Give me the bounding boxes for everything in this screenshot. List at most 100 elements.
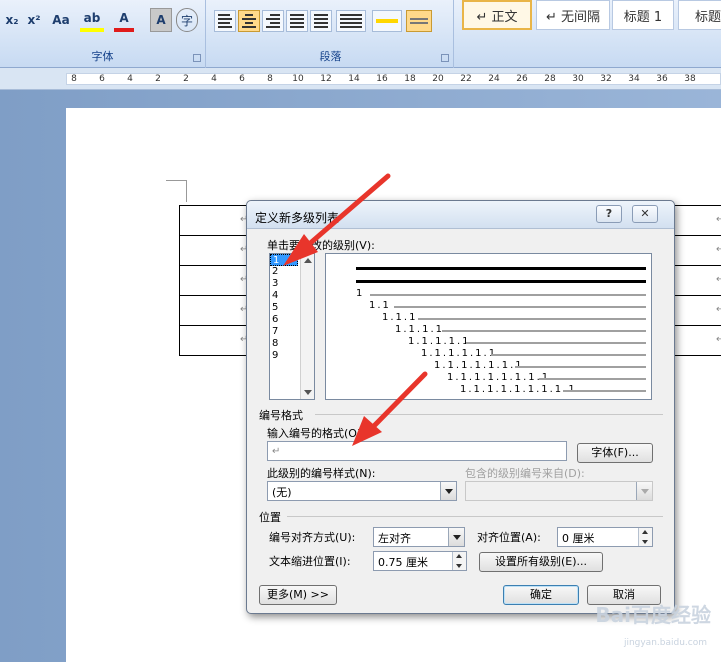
preview-level-line — [490, 354, 646, 356]
border-button[interactable] — [406, 10, 432, 32]
distributed-button[interactable] — [310, 10, 332, 32]
alignment-label: 编号对齐方式(U): — [269, 531, 356, 544]
enter-format-label: 输入编号的格式(O): — [267, 427, 365, 440]
level-label: 单击要修改的级别(V): — [267, 239, 375, 252]
change-case-button[interactable]: Aa — [48, 8, 74, 32]
preview-level-number: 1.1.1.1.1.1.1.1.1 — [460, 384, 577, 395]
highlight-button[interactable]: ab — [80, 8, 104, 32]
ruler-number: 2 — [155, 74, 161, 84]
preview-level-line — [393, 306, 646, 308]
align-at-value: 0 厘米 — [562, 532, 595, 545]
number-style-label: 此级别的编号样式(N): — [267, 467, 376, 480]
define-multilevel-list-dialog: 定义新多级列表 ? ✕ 单击要修改的级别(V): 123456789 1 1.1 1… — [246, 200, 675, 614]
include-level-select[interactable] — [465, 481, 653, 501]
more-button[interactable]: 更多(M) >> — [259, 585, 337, 605]
paragraph-dialog-launcher-icon[interactable] — [441, 54, 449, 62]
ruler-number: 8 — [71, 74, 77, 84]
line-spacing-button[interactable] — [336, 10, 366, 32]
align-at-spinner[interactable]: 0 厘米 — [557, 527, 653, 547]
alignment-select[interactable]: 左对齐 — [373, 527, 465, 547]
ruler-number: 38 — [684, 74, 696, 84]
cell-end-mark: ↵ — [716, 214, 721, 225]
list-preview: 1 1.1 1.1.1 1.1.1.1 1.1.1.1.1 1.1.1.1.1.1 1.1.… — [325, 253, 652, 400]
chevron-down-icon[interactable] — [448, 528, 464, 546]
align-left-button[interactable] — [214, 10, 236, 32]
set-all-levels-button[interactable]: 设置所有级别(E)... — [479, 552, 603, 572]
ruler-number: 6 — [99, 74, 105, 84]
cell-end-mark: ↵ — [716, 274, 721, 285]
ruler-number: 4 — [127, 74, 133, 84]
ruler-number: 4 — [211, 74, 217, 84]
enclosed-char-button[interactable]: 字 — [176, 8, 198, 32]
preview-level-line — [442, 330, 646, 332]
ruler-number: 10 — [292, 74, 304, 84]
indent-spinner[interactable]: 0.75 厘米 — [373, 551, 467, 571]
number-format-section: 编号格式 — [259, 409, 303, 422]
ok-button[interactable]: 确定 — [503, 585, 579, 605]
ribbon: x₂ x² Aa ab A A 字 字体 段落 ↵ 正文 ↵ 无间隔 标题 1 … — [0, 0, 721, 68]
preview-level-number: 1.1.1 — [382, 312, 418, 323]
ruler-number: 22 — [460, 74, 472, 84]
preview-heading-line — [356, 280, 646, 283]
ruler-number: 12 — [320, 74, 332, 84]
preview-level-number: 1.1 — [369, 300, 391, 311]
subscript-button[interactable]: x₂ — [2, 8, 22, 32]
number-style-select[interactable]: (无) — [267, 481, 457, 501]
ruler-number: 30 — [572, 74, 584, 84]
ruler-number: 32 — [600, 74, 612, 84]
indent-value: 0.75 厘米 — [378, 556, 428, 569]
help-button[interactable]: ? — [596, 205, 622, 223]
dialog-titlebar[interactable]: 定义新多级列表 ? ✕ — [247, 201, 674, 229]
spinner-icon[interactable] — [638, 528, 652, 546]
ruler-number: 8 — [267, 74, 273, 84]
horizontal-ruler[interactable]: 8 6 4 2 2 4 6 8 10 12 14 16 18 20 22 24 26 28 30 32 34 36 38 — [0, 68, 721, 90]
ruler-number: 20 — [432, 74, 444, 84]
align-at-label: 对齐位置(A): — [477, 531, 541, 544]
preview-level-number: 1.1.1.1.1.1 — [421, 348, 498, 359]
cell-end-mark: ↵ — [716, 334, 721, 345]
ruler-number: 2 — [183, 74, 189, 84]
font-color-button[interactable]: A — [114, 8, 134, 32]
font-button[interactable]: 字体(F)... — [577, 443, 653, 463]
chevron-down-icon[interactable] — [440, 482, 456, 500]
justify-button[interactable] — [286, 10, 308, 32]
align-right-button[interactable] — [262, 10, 284, 32]
shading-icon[interactable] — [372, 10, 402, 32]
font-dialog-launcher-icon[interactable] — [193, 54, 201, 62]
preview-level-line — [563, 390, 646, 392]
scroll-up-icon[interactable] — [304, 258, 312, 263]
number-format-input[interactable]: ↵ — [267, 441, 567, 461]
ruler-number: 36 — [656, 74, 668, 84]
superscript-button[interactable]: x² — [24, 8, 44, 32]
preview-level-line — [466, 342, 646, 344]
preview-level-number: 1.1.1.1.1.1.1.1 — [447, 372, 551, 383]
dialog-title: 定义新多级列表 — [255, 211, 340, 225]
paragraph-group: 段落 — [208, 0, 454, 68]
preview-level-number: 1 — [356, 288, 365, 299]
char-shading-button[interactable]: A — [150, 8, 172, 32]
level-list-item[interactable]: 1 — [270, 254, 298, 266]
font-group-label: 字体 — [91, 50, 114, 63]
align-center-button[interactable] — [238, 10, 260, 32]
spinner-icon[interactable] — [452, 552, 466, 570]
cell-end-mark: ↵ — [716, 244, 721, 255]
scroll-down-icon[interactable] — [304, 390, 312, 395]
style-no-spacing[interactable]: ↵ 无间隔 — [536, 0, 610, 30]
close-button[interactable]: ✕ — [632, 205, 658, 223]
chevron-down-icon[interactable] — [636, 482, 652, 500]
ruler-number: 18 — [404, 74, 416, 84]
font-group: x₂ x² Aa ab A A 字 字体 — [0, 0, 206, 68]
margin-corner-mark — [186, 180, 187, 202]
preview-level-number: 1.1.1.1.1.1.1 — [434, 360, 524, 371]
level-listbox[interactable]: 123456789 — [269, 253, 315, 400]
number-style-value: (无) — [272, 486, 292, 499]
watermark-url: jingyan.baidu.com — [623, 638, 707, 648]
level-list-scrollbar[interactable] — [300, 254, 314, 399]
style-heading-1[interactable]: 标题 1 — [612, 0, 674, 30]
ruler-number: 6 — [239, 74, 245, 84]
preview-level-line — [514, 366, 646, 368]
cell-end-mark: ↵ — [716, 304, 721, 315]
style-heading[interactable]: 标题 — [678, 0, 721, 30]
style-normal[interactable]: ↵ 正文 — [462, 0, 532, 30]
watermark-logo: Bai百度经验 — [595, 603, 711, 627]
